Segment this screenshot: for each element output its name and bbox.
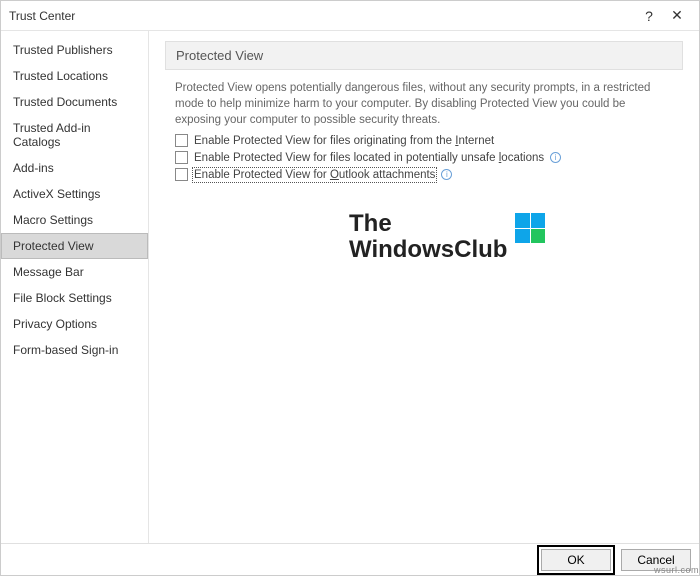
sidebar-item-activex-settings[interactable]: ActiveX Settings	[1, 181, 148, 207]
section-header: Protected View	[165, 41, 683, 70]
corner-watermark: wsurl.com	[654, 565, 699, 575]
section-description: Protected View opens potentially dangero…	[175, 80, 673, 128]
sidebar-item-trusted-locations[interactable]: Trusted Locations	[1, 63, 148, 89]
sidebar-item-trusted-publishers[interactable]: Trusted Publishers	[1, 37, 148, 63]
content-area: Trusted PublishersTrusted LocationsTrust…	[1, 31, 699, 543]
ok-highlight: OK	[537, 545, 615, 575]
watermark-text: TheWindowsClub	[349, 211, 507, 264]
main-panel: Protected View Protected View opens pote…	[149, 31, 699, 543]
sidebar-item-protected-view[interactable]: Protected View	[1, 233, 148, 259]
checkbox-icon[interactable]	[175, 168, 188, 181]
footer: OK Cancel wsurl.com	[1, 543, 699, 575]
checkbox-option-1[interactable]: Enable Protected View for files located …	[175, 149, 673, 166]
checkbox-label: Enable Protected View for Outlook attach…	[194, 169, 435, 181]
sidebar-item-add-ins[interactable]: Add-ins	[1, 155, 148, 181]
help-icon[interactable]: ?	[635, 8, 663, 24]
checkbox-label: Enable Protected View for files originat…	[194, 135, 494, 147]
sidebar-item-macro-settings[interactable]: Macro Settings	[1, 207, 148, 233]
sidebar-item-privacy-options[interactable]: Privacy Options	[1, 311, 148, 337]
checkbox-option-2[interactable]: Enable Protected View for Outlook attach…	[175, 166, 673, 183]
sidebar-item-file-block-settings[interactable]: File Block Settings	[1, 285, 148, 311]
sidebar-item-trusted-documents[interactable]: Trusted Documents	[1, 89, 148, 115]
checkbox-label: Enable Protected View for files located …	[194, 152, 544, 164]
options-list: Enable Protected View for files originat…	[175, 132, 673, 183]
sidebar-item-form-based-sign-in[interactable]: Form-based Sign-in	[1, 337, 148, 363]
sidebar: Trusted PublishersTrusted LocationsTrust…	[1, 31, 149, 543]
titlebar: Trust Center ? ✕	[1, 1, 699, 31]
info-icon[interactable]: i	[441, 169, 452, 180]
windows-logo-icon	[515, 213, 545, 243]
checkbox-icon[interactable]	[175, 134, 188, 147]
window-title: Trust Center	[9, 9, 635, 23]
sidebar-item-trusted-add-in-catalogs[interactable]: Trusted Add-in Catalogs	[1, 115, 148, 155]
sidebar-item-message-bar[interactable]: Message Bar	[1, 259, 148, 285]
checkbox-icon[interactable]	[175, 151, 188, 164]
info-icon[interactable]: i	[550, 152, 561, 163]
close-icon[interactable]: ✕	[663, 7, 691, 24]
checkbox-option-0[interactable]: Enable Protected View for files originat…	[175, 132, 673, 149]
ok-button[interactable]: OK	[541, 549, 611, 571]
watermark-logo: TheWindowsClub	[349, 211, 545, 264]
